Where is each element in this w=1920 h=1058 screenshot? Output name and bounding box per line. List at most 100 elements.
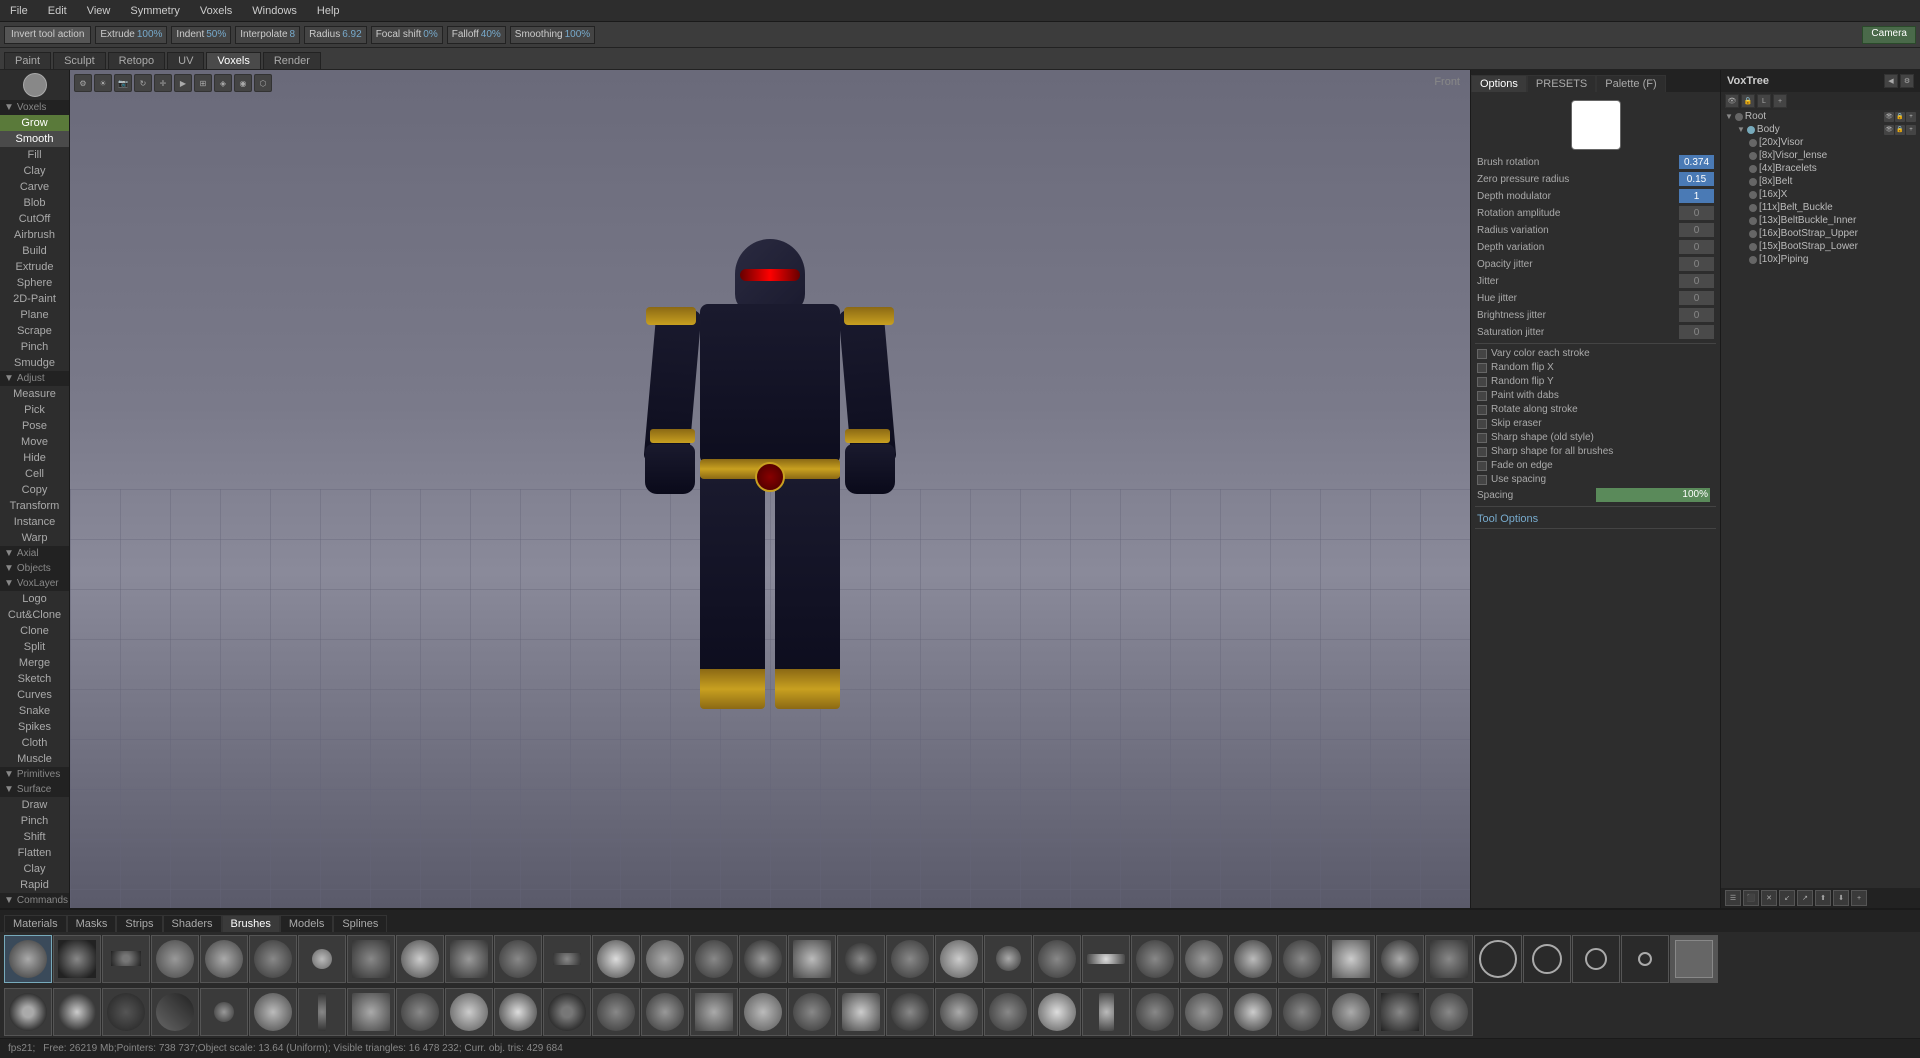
depth-modulator-value[interactable]: 1 (1679, 189, 1714, 203)
brush-item-1[interactable] (53, 935, 101, 983)
sidebar-item-pose[interactable]: Pose (0, 418, 69, 434)
vt-add-icon[interactable]: + (1773, 94, 1787, 108)
right-tab-palette[interactable]: Palette (F) (1596, 75, 1665, 92)
brush-item-13[interactable] (641, 935, 689, 983)
viewport-sun-icon[interactable]: ☀ (94, 74, 112, 92)
sidebar-item-shift[interactable]: Shift (0, 829, 69, 845)
skip-eraser-checkbox[interactable] (1477, 419, 1487, 429)
brush2-item-8[interactable] (396, 988, 444, 1036)
tab-paint[interactable]: Paint (4, 52, 51, 69)
brush2-item-0[interactable] (4, 988, 52, 1036)
right-tab-options[interactable]: Options (1471, 75, 1527, 92)
brush2-item-6[interactable] (298, 988, 346, 1036)
vt-item-belt-buckle[interactable]: [11x]Belt_Buckle (1745, 201, 1920, 214)
sidebar-item-cutoff[interactable]: CutOff (0, 211, 69, 227)
sidebar-item-plane[interactable]: Plane (0, 307, 69, 323)
brush2-item-13[interactable] (641, 988, 689, 1036)
brush2-item-12[interactable] (592, 988, 640, 1036)
voxtree-collapse-icon[interactable]: ◀ (1884, 74, 1898, 88)
brush2-item-21[interactable] (1033, 988, 1081, 1036)
sidebar-item-build[interactable]: Build (0, 243, 69, 259)
viewport[interactable]: ⚙ ☀ 📷 ↻ ✛ ▶ ⊞ ◈ ◉ ⬡ Front (70, 70, 1470, 908)
brush-rotation-value[interactable]: 0.374 (1679, 155, 1714, 169)
sidebar-item-flatten[interactable]: Flatten (0, 845, 69, 861)
sidebar-item-airbrush[interactable]: Airbrush (0, 227, 69, 243)
sidebar-item-transform[interactable]: Transform (0, 498, 69, 514)
brush-circle-4[interactable] (1621, 935, 1669, 983)
sidebar-item-spikes[interactable]: Spikes (0, 719, 69, 735)
sidebar-item-sketch[interactable]: Sketch (0, 671, 69, 687)
sidebar-item-extrude[interactable]: Extrude (0, 259, 69, 275)
sharp-shape-all-checkbox[interactable] (1477, 447, 1487, 457)
tab-render[interactable]: Render (263, 52, 321, 69)
brush2-item-2[interactable] (102, 988, 150, 1036)
falloff-param[interactable]: Falloff 40% (447, 26, 506, 44)
vt-bottom-btn-7[interactable]: ⬇ (1833, 890, 1849, 906)
brush-item-12[interactable] (592, 935, 640, 983)
brush-item-26[interactable] (1278, 935, 1326, 983)
brush2-item-26[interactable] (1278, 988, 1326, 1036)
vary-color-checkbox[interactable] (1477, 349, 1487, 359)
menu-item-voxels[interactable]: Voxels (196, 3, 236, 19)
fade-on-edge-checkbox[interactable] (1477, 461, 1487, 471)
brush2-item-4[interactable] (200, 988, 248, 1036)
tab-retopo[interactable]: Retopo (108, 52, 165, 69)
menu-item-windows[interactable]: Windows (248, 3, 301, 19)
brush2-item-7[interactable] (347, 988, 395, 1036)
brush2-item-24[interactable] (1180, 988, 1228, 1036)
saturation-jitter-value[interactable]: 0 (1679, 325, 1714, 339)
brush-item-28[interactable] (1376, 935, 1424, 983)
sidebar-item-hide[interactable]: Hide (0, 450, 69, 466)
bottom-tab-splines[interactable]: Splines (333, 915, 387, 932)
sidebar-item-sphere[interactable]: Sphere (0, 275, 69, 291)
menu-item-edit[interactable]: Edit (44, 3, 71, 19)
brush2-item-15[interactable] (739, 988, 787, 1036)
brush-item-15[interactable] (739, 935, 787, 983)
sidebar-item-warp[interactable]: Warp (0, 530, 69, 546)
sidebar-item-rapid[interactable]: Rapid (0, 877, 69, 893)
sidebar-item-draw[interactable]: Draw (0, 797, 69, 813)
vt-layer-icon[interactable]: L (1757, 94, 1771, 108)
interpolate-param[interactable]: Interpolate 8 (235, 26, 300, 44)
sidebar-item-surf-pinch[interactable]: Pinch (0, 813, 69, 829)
vt-item-visor-lense[interactable]: [8x]Visor_lense (1745, 149, 1920, 162)
bottom-tab-masks[interactable]: Masks (67, 915, 117, 932)
indent-param[interactable]: Indent 50% (171, 26, 231, 44)
brush2-item-28[interactable] (1376, 988, 1424, 1036)
rotate-along-stroke-checkbox[interactable] (1477, 405, 1487, 415)
viewport-play-icon[interactable]: ▶ (174, 74, 192, 92)
tool-options-link[interactable]: Tool Options (1475, 510, 1716, 529)
brush2-item-11[interactable] (543, 988, 591, 1036)
spacing-bar[interactable]: 100% (1596, 488, 1711, 502)
vt-bottom-btn-8[interactable]: + (1851, 890, 1867, 906)
vt-item-root[interactable]: ▼ Root 👁 🔒 + (1721, 110, 1920, 123)
viewport-nav-icon[interactable]: ↻ (134, 74, 152, 92)
use-spacing-checkbox[interactable] (1477, 475, 1487, 485)
vt-item-piping[interactable]: [10x]Piping (1745, 253, 1920, 266)
radius-variation-value[interactable]: 0 (1679, 223, 1714, 237)
vt-item-beltbuckle-inner[interactable]: [13x]BeltBuckle_Inner (1745, 214, 1920, 227)
sidebar-item-smudge[interactable]: Smudge (0, 355, 69, 371)
vt-item-belt[interactable]: [8x]Belt (1745, 175, 1920, 188)
depth-variation-value[interactable]: 0 (1679, 240, 1714, 254)
camera-button[interactable]: Camera (1862, 26, 1916, 44)
sidebar-item-fill[interactable]: Fill (0, 147, 69, 163)
vt-item-visor[interactable]: [20x]Visor (1745, 136, 1920, 149)
vt-item-bootstrap-lower[interactable]: [15x]BootStrap_Lower (1745, 240, 1920, 253)
vt-item-body[interactable]: ▼ Body 👁 🔒 + (1733, 123, 1920, 136)
brush-item-2[interactable] (102, 935, 150, 983)
brush-circle-3[interactable] (1572, 935, 1620, 983)
brush2-item-29[interactable] (1425, 988, 1473, 1036)
focal-param[interactable]: Focal shift 0% (371, 26, 443, 44)
vt-add-root[interactable]: + (1906, 112, 1916, 122)
brush2-item-16[interactable] (788, 988, 836, 1036)
voxtree-settings-icon[interactable]: ⚙ (1900, 74, 1914, 88)
random-flipy-checkbox[interactable] (1477, 377, 1487, 387)
brush-item-14[interactable] (690, 935, 738, 983)
brush-item-5[interactable] (249, 935, 297, 983)
vt-item-bootstrap-upper[interactable]: [16x]BootStrap_Upper (1745, 227, 1920, 240)
brush-circle-2[interactable] (1523, 935, 1571, 983)
sidebar-item-muscle[interactable]: Muscle (0, 751, 69, 767)
sidebar-item-snake[interactable]: Snake (0, 703, 69, 719)
sidebar-item-pinch[interactable]: Pinch (0, 339, 69, 355)
